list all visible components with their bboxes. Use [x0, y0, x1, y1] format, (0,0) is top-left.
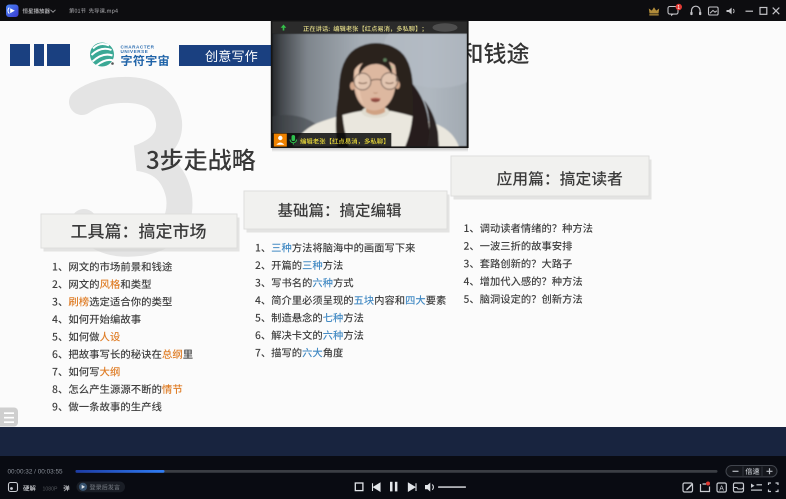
svg-text:1080P: 1080P: [43, 487, 59, 493]
svg-text:UNIVERSE: UNIVERSE: [121, 49, 149, 54]
svg-text:A: A: [719, 486, 724, 493]
svg-text:00:00:32 / 00:03:55: 00:00:32 / 00:03:55: [8, 469, 64, 476]
svg-text:1: 1: [677, 5, 680, 11]
